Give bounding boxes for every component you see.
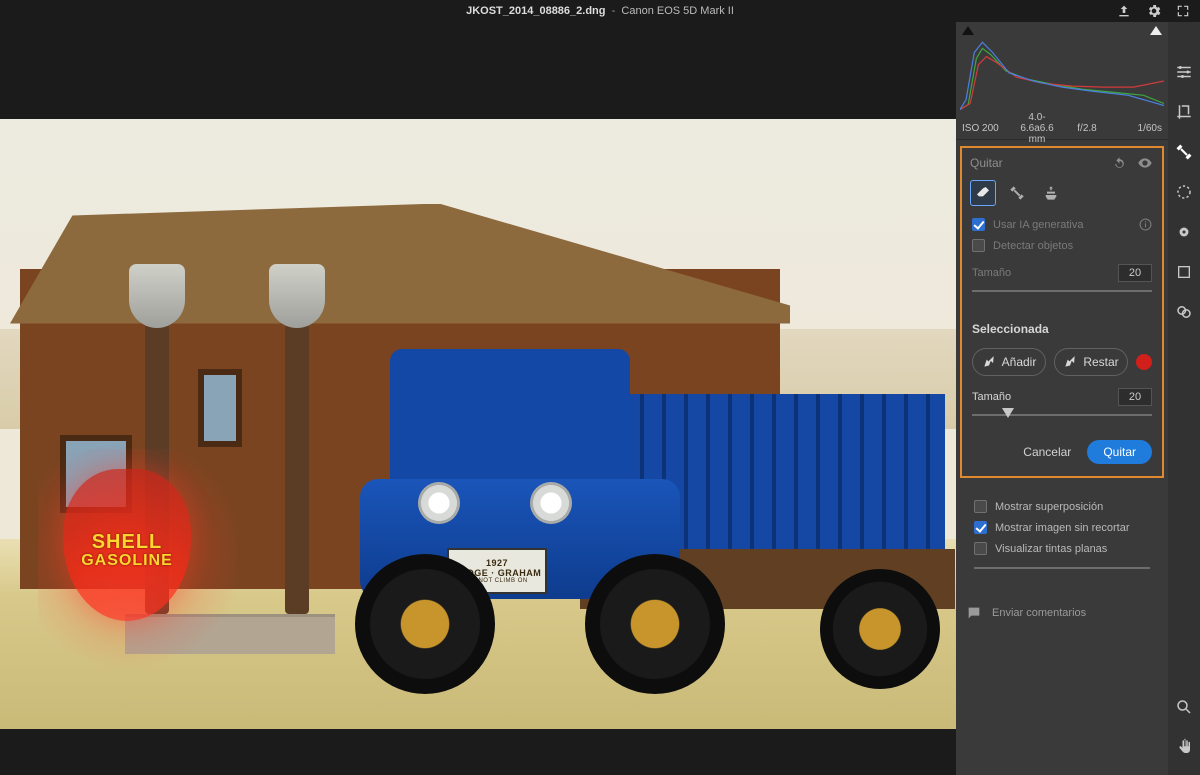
add-to-selection-button[interactable]: Añadir <box>972 348 1046 376</box>
remove-panel-highlighted: Quitar Usar IA generativa Detectar objet… <box>960 146 1164 478</box>
filename: JKOST_2014_08886_2.dng <box>466 5 605 17</box>
export-icon[interactable] <box>1116 3 1132 19</box>
info-icon[interactable] <box>1139 218 1152 231</box>
exif-shutter: 1/60s <box>1112 123 1162 134</box>
exif-iso: ISO 200 <box>962 123 1012 134</box>
title-bar: JKOST_2014_08886_2.dng - Canon EOS 5D Ma… <box>0 0 1200 22</box>
wheel <box>820 569 940 689</box>
selection-size-slider[interactable] <box>972 408 1152 422</box>
remove-panel-title: Quitar <box>970 156 1102 170</box>
flat-inks-slider[interactable] <box>974 561 1150 575</box>
show-overlay-checkbox[interactable]: Mostrar superposición <box>964 496 1160 517</box>
wheel <box>585 554 725 694</box>
view-options: Mostrar superposición Mostrar imagen sin… <box>956 484 1168 595</box>
remove-size-slider[interactable] <box>972 284 1152 298</box>
exif-strip: ISO 200 4.0-6.6a6.6 mm f/2.8 1/60s <box>956 117 1168 139</box>
gas-pump <box>285 324 309 614</box>
use-generative-ai-checkbox[interactable]: Usar IA generativa <box>962 214 1162 235</box>
window-actions <box>1116 0 1190 22</box>
visualize-flat-inks-checkbox[interactable]: Visualizar tintas planas <box>964 538 1160 559</box>
subtract-from-selection-button[interactable]: Restar <box>1054 348 1128 376</box>
document-title: JKOST_2014_08886_2.dng - Canon EOS 5D Ma… <box>466 5 734 17</box>
remove-tool-modes <box>962 178 1162 214</box>
zoom-icon[interactable] <box>1174 697 1194 717</box>
reset-icon[interactable] <box>1110 154 1128 172</box>
gear-icon[interactable] <box>1146 3 1162 19</box>
remove-size-label: Tamaño <box>972 267 1011 279</box>
selection-size-label: Tamaño <box>972 391 1011 403</box>
presets-icon[interactable] <box>1174 262 1194 282</box>
mask-icon[interactable] <box>1174 182 1194 202</box>
visibility-eye-icon[interactable] <box>1136 154 1154 172</box>
eraser-tool-icon[interactable] <box>970 180 996 206</box>
canvas-area[interactable]: SHELL GASOLINE 1927 DODGE · GRAHAM DO NO… <box>0 22 956 775</box>
crop-icon[interactable] <box>1174 102 1194 122</box>
cancel-button[interactable]: Cancelar <box>1015 440 1079 464</box>
camera-model: Canon EOS 5D Mark II <box>621 5 734 17</box>
clone-stamp-icon[interactable] <box>1038 180 1064 206</box>
wheel <box>355 554 495 694</box>
fullscreen-icon[interactable] <box>1176 4 1190 18</box>
hand-pan-icon[interactable] <box>1174 737 1194 757</box>
edit-sliders-icon[interactable] <box>1174 62 1194 82</box>
color-mix-icon[interactable] <box>1174 302 1194 322</box>
heal-brush-icon[interactable] <box>1004 180 1030 206</box>
detect-objects-checkbox[interactable]: Detectar objetos <box>962 235 1162 256</box>
heal-remove-icon[interactable] <box>1174 142 1194 162</box>
show-uncropped-checkbox[interactable]: Mostrar imagen sin recortar <box>964 517 1160 538</box>
exif-aperture: f/2.8 <box>1062 123 1112 134</box>
redeye-icon[interactable] <box>1174 222 1194 242</box>
shell-sign-selection-overlay: SHELL GASOLINE <box>63 469 191 621</box>
overlay-color-swatch[interactable] <box>1136 354 1152 370</box>
selection-section-title: Seleccionada <box>962 306 1162 344</box>
photo-canvas[interactable]: SHELL GASOLINE 1927 DODGE · GRAHAM DO NO… <box>0 119 956 729</box>
remove-size-value[interactable]: 20 <box>1118 264 1152 282</box>
side-panel: ISO 200 4.0-6.6a6.6 mm f/2.8 1/60s Quita… <box>956 22 1168 775</box>
exif-focal: 4.0-6.6a6.6 mm <box>1012 112 1062 145</box>
apply-remove-button[interactable]: Quitar <box>1087 440 1152 464</box>
tool-rail <box>1168 22 1200 775</box>
send-feedback-link[interactable]: Enviar comentarios <box>956 595 1168 621</box>
histogram[interactable]: ISO 200 4.0-6.6a6.6 mm f/2.8 1/60s <box>956 22 1168 140</box>
selection-size-value[interactable]: 20 <box>1118 388 1152 406</box>
